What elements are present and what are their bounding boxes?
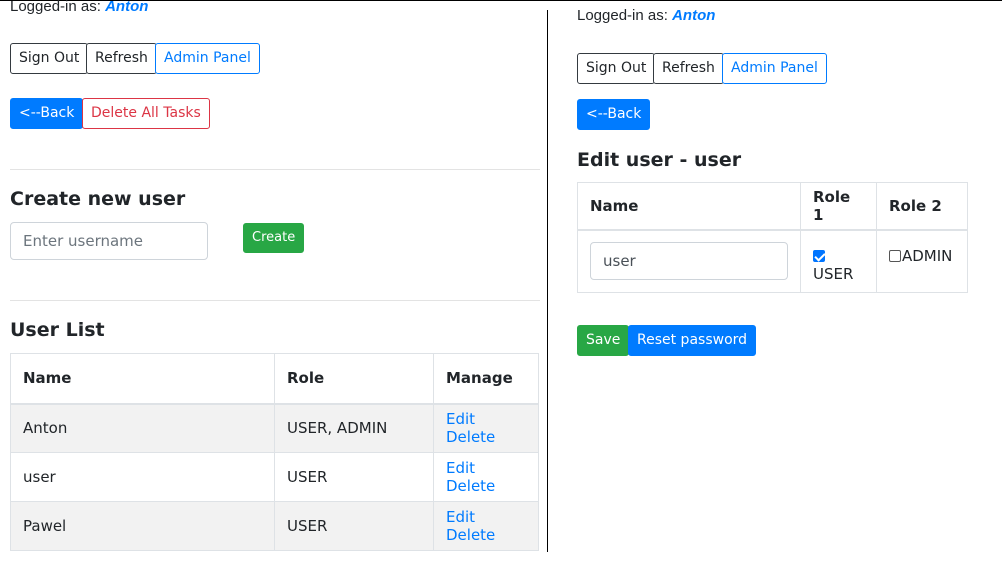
create-button[interactable]: Create (243, 223, 305, 253)
panel-divider (547, 10, 548, 552)
edit-user-title: Edit user - user (577, 149, 742, 171)
user-name-cell: Pawel (10, 501, 275, 551)
table-row: Pawel USER Edit Delete (10, 501, 539, 551)
user-name-cell: user (10, 452, 275, 502)
role-2-cell: ADMIN (876, 229, 968, 293)
table-row: user USER ADMIN (577, 229, 968, 293)
name-input[interactable]: user (590, 242, 788, 281)
refresh-button[interactable]: Refresh (653, 53, 724, 84)
manage-cell: Edit Delete (433, 501, 539, 551)
back-button[interactable]: <--Back (10, 98, 84, 129)
column-header-role-2: Role 2 (876, 182, 968, 231)
user-list-table: Name Role Manage Anton USER, ADMIN Edit … (10, 353, 539, 551)
create-user-title: Create new user (10, 188, 186, 210)
logged-in-status: Logged-in as: Anton (10, 0, 148, 15)
user-role-checkbox[interactable] (813, 249, 825, 262)
admin-panel-button[interactable]: Admin Panel (155, 43, 260, 74)
column-header-role: Role (274, 353, 434, 405)
back-button[interactable]: <--Back (577, 99, 651, 130)
column-header-role-1: Role 1 (800, 182, 877, 231)
logged-in-user: Anton (105, 0, 149, 15)
manage-cell: Edit Delete (433, 403, 539, 453)
user-name-cell: Anton (10, 403, 275, 453)
role-1-cell: USER (800, 229, 877, 293)
manage-cell: Edit Delete (433, 452, 539, 502)
user-role-label: USER (813, 264, 854, 283)
user-role-cell: USER (274, 501, 434, 551)
refresh-button[interactable]: Refresh (86, 43, 157, 74)
column-header-name: Name (10, 353, 275, 405)
sign-out-button[interactable]: Sign Out (577, 53, 656, 84)
table-header-row: Name Role Manage (10, 353, 539, 405)
reset-password-button[interactable]: Reset password (628, 325, 757, 356)
logged-in-label: Logged-in as: (577, 7, 668, 24)
edit-user-table: Name Role 1 Role 2 user USER ADMIN (577, 182, 968, 293)
edit-link[interactable]: Edit (446, 459, 475, 477)
logged-in-user: Anton (672, 7, 716, 24)
delete-link[interactable]: Delete (446, 477, 495, 495)
edit-link[interactable]: Edit (446, 508, 475, 526)
user-role-cell: USER (274, 452, 434, 502)
divider (10, 300, 540, 301)
column-header-manage: Manage (433, 353, 539, 405)
user-role-cell: USER, ADMIN (274, 403, 434, 453)
user-list-title: User List (10, 319, 105, 341)
logged-in-status: Logged-in as: Anton (577, 7, 715, 24)
delete-link[interactable]: Delete (446, 428, 495, 446)
divider (10, 169, 540, 170)
save-button[interactable]: Save (577, 325, 630, 356)
logged-in-label: Logged-in as: (10, 0, 101, 15)
column-header-name: Name (577, 182, 801, 231)
admin-panel-button[interactable]: Admin Panel (722, 53, 827, 84)
username-input[interactable]: Enter username (10, 222, 208, 260)
edit-link[interactable]: Edit (446, 410, 475, 428)
sign-out-button[interactable]: Sign Out (10, 43, 89, 74)
delete-link[interactable]: Delete (446, 526, 495, 544)
table-row: Anton USER, ADMIN Edit Delete (10, 403, 539, 453)
admin-role-label: ADMIN (902, 246, 953, 265)
delete-all-tasks-button[interactable]: Delete All Tasks (82, 98, 210, 129)
table-row: user USER Edit Delete (10, 452, 539, 502)
admin-role-checkbox[interactable] (889, 249, 901, 262)
top-border (0, 0, 1002, 1)
name-cell: user (577, 229, 801, 293)
table-header-row: Name Role 1 Role 2 (577, 182, 968, 231)
